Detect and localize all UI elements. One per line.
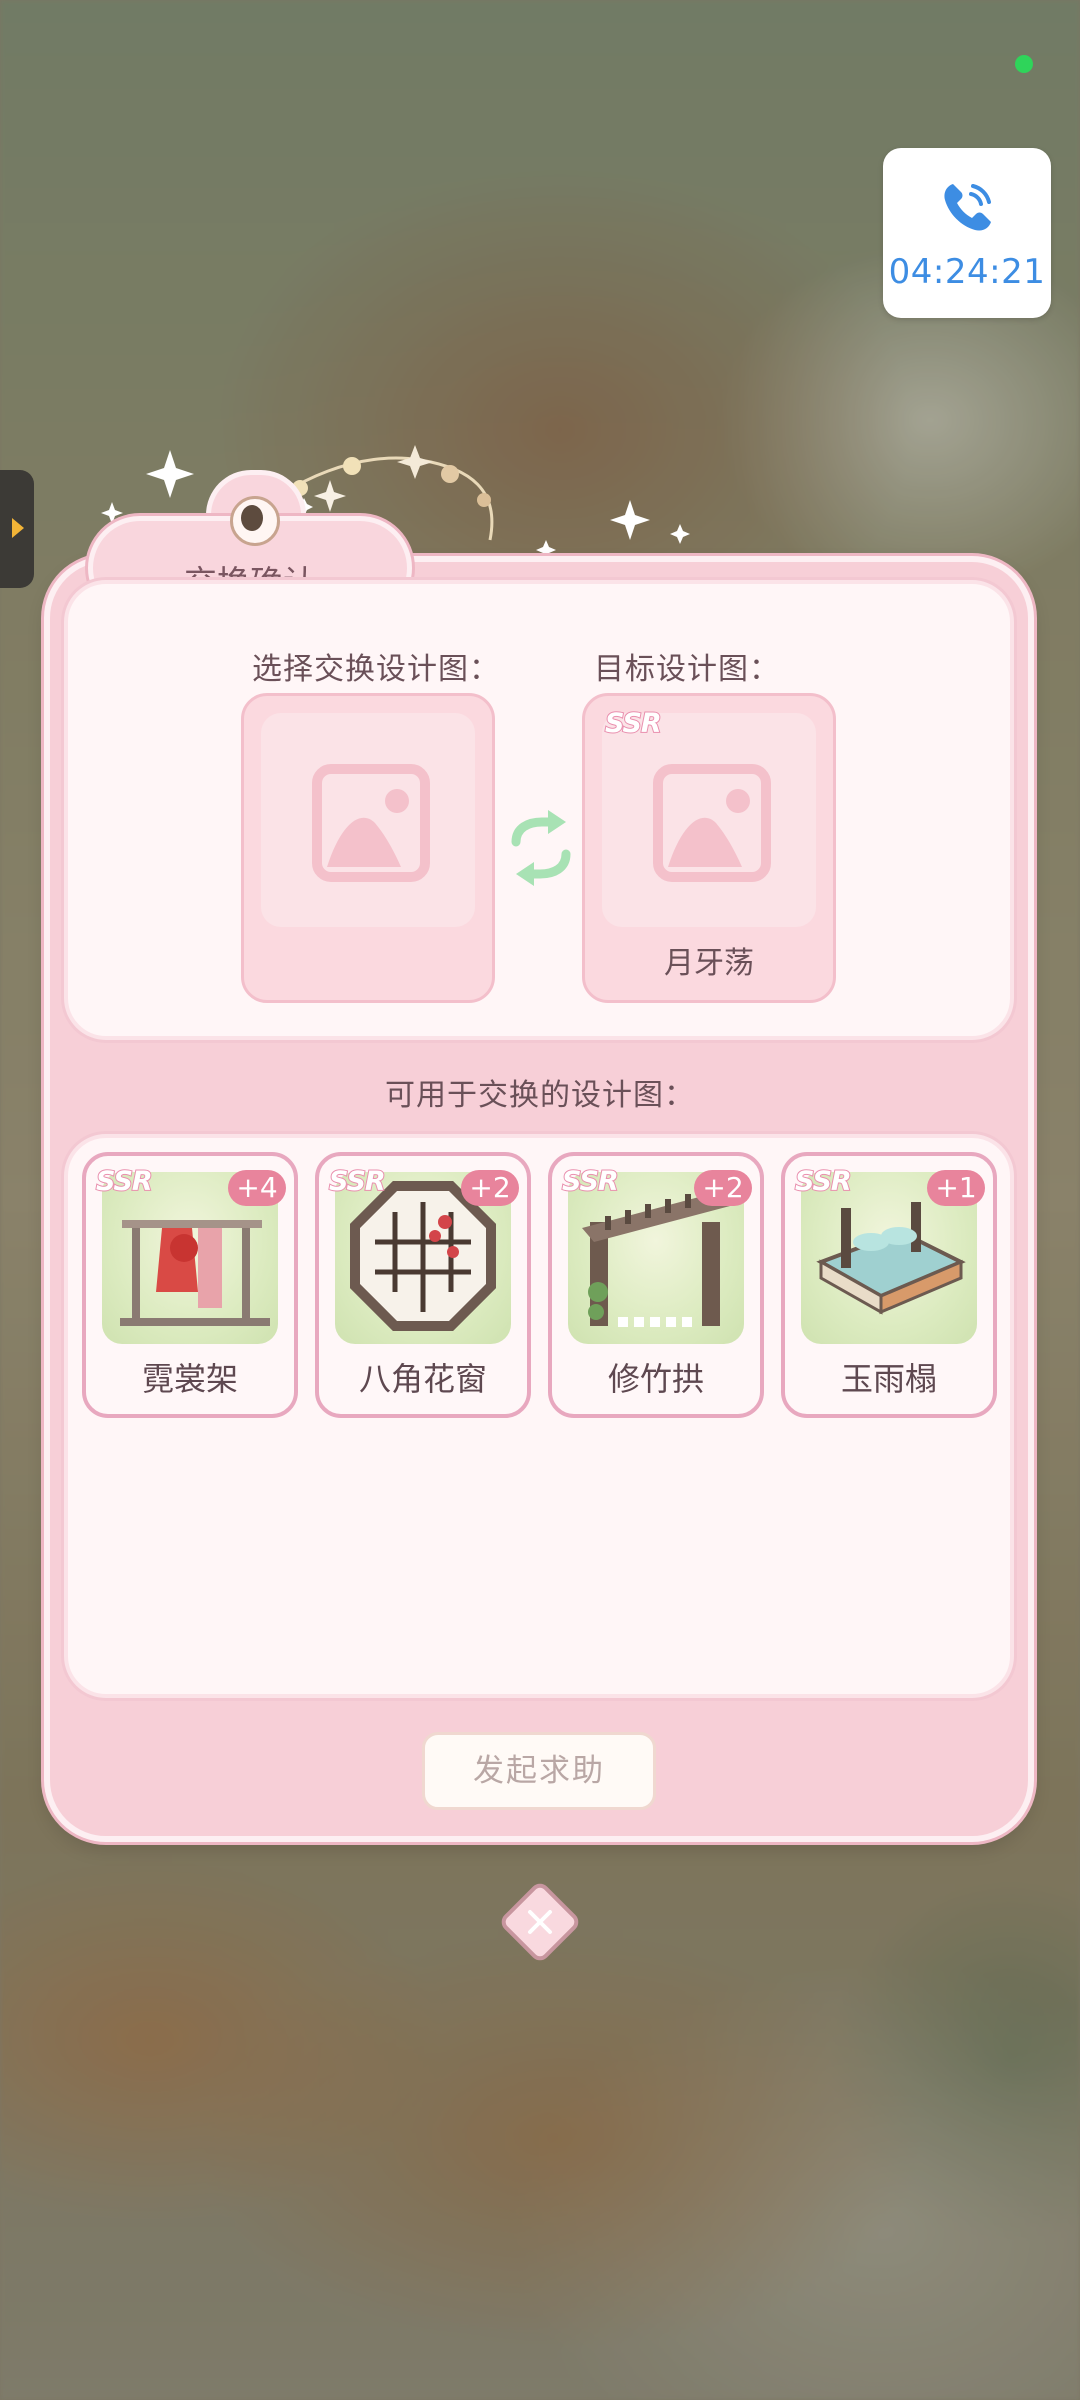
- blueprint-name: 霓裳架: [141, 1360, 238, 1398]
- call-widget[interactable]: 04:24:21: [883, 148, 1051, 318]
- count-badge: +2: [461, 1170, 519, 1206]
- selected-blueprint-slot[interactable]: [241, 693, 495, 1003]
- close-icon[interactable]: [516, 1898, 564, 1946]
- rarity-badge: SSR: [604, 707, 663, 740]
- avatar-icon: [230, 496, 280, 546]
- rarity-badge: SSR: [794, 1165, 853, 1198]
- rarity-badge: SSR: [328, 1165, 387, 1198]
- phone-icon: [944, 184, 991, 231]
- blueprint-card[interactable]: SSR +4 霓裳架: [82, 1152, 298, 1418]
- image-placeholder-icon: [312, 764, 430, 882]
- target-label: 目标设计图：: [594, 652, 780, 687]
- slot-inner: [602, 713, 816, 927]
- call-timer: 04:24:21: [888, 252, 1046, 292]
- side-expand-tab[interactable]: [0, 470, 34, 588]
- blueprint-name: 八角花窗: [358, 1360, 487, 1398]
- count-badge: +1: [927, 1170, 985, 1206]
- select-label: 选择交换设计图：: [252, 652, 500, 687]
- blueprint-card[interactable]: SSR +2 八角花窗: [315, 1152, 531, 1418]
- count-badge: +2: [694, 1170, 752, 1206]
- blueprint-card[interactable]: SSR +1 玉雨榻: [781, 1152, 997, 1418]
- blueprint-name: 玉雨榻: [840, 1360, 937, 1398]
- target-name: 月牙荡: [664, 946, 754, 981]
- image-placeholder-icon: [653, 764, 771, 882]
- rarity-badge: SSR: [95, 1165, 154, 1198]
- rarity-badge: SSR: [561, 1165, 620, 1198]
- blueprint-name: 修竹拱: [607, 1360, 704, 1398]
- slot-inner: [261, 713, 475, 927]
- target-blueprint-slot[interactable]: SSR 月牙荡: [582, 693, 836, 1003]
- count-badge: +4: [228, 1170, 286, 1206]
- available-label: 可用于交换的设计图：: [385, 1078, 695, 1113]
- swap-arrows-icon: [511, 810, 571, 886]
- chevron-right-icon: [12, 518, 24, 538]
- blueprint-card[interactable]: SSR +2 修竹拱: [548, 1152, 764, 1418]
- request-help-button[interactable]: 发起求助: [422, 1732, 656, 1810]
- status-indicator: [1015, 55, 1033, 73]
